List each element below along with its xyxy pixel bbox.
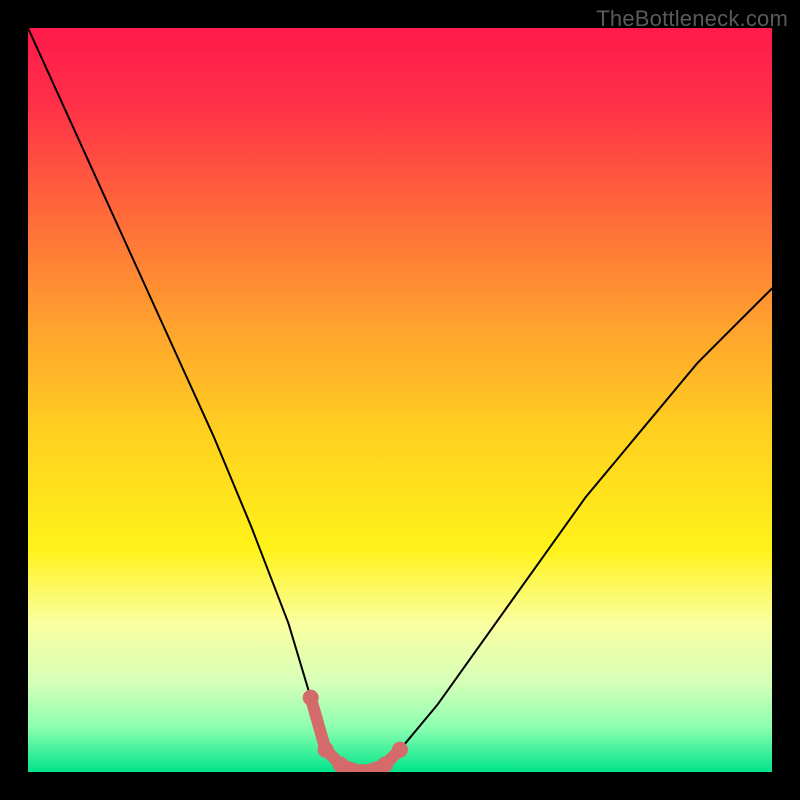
plot-area xyxy=(28,28,772,772)
optimal-dot xyxy=(377,757,393,772)
bottleneck-curve xyxy=(28,28,772,772)
optimal-dot xyxy=(303,690,319,706)
optimal-dot xyxy=(332,757,348,772)
optimal-dot xyxy=(318,742,334,758)
curve-overlay xyxy=(28,28,772,772)
optimal-dot xyxy=(392,742,408,758)
watermark-text: TheBottleneck.com xyxy=(596,6,788,32)
chart-frame: TheBottleneck.com xyxy=(0,0,800,800)
